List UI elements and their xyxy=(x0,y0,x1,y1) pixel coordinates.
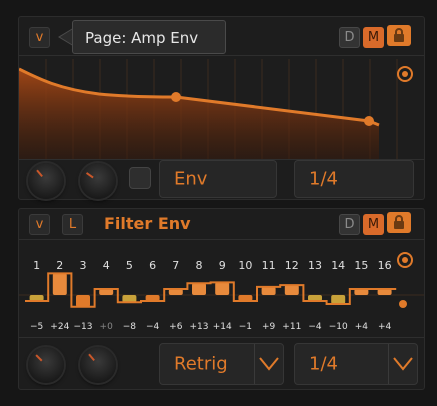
step-number: 13 xyxy=(308,259,322,272)
step-number: 4 xyxy=(103,259,110,272)
step-number: 9 xyxy=(219,259,226,272)
step-bar[interactable] xyxy=(76,295,90,307)
header-divider xyxy=(19,55,424,56)
step-number: 7 xyxy=(172,259,179,272)
amp-checkbox[interactable] xyxy=(129,167,151,189)
envelope-node[interactable] xyxy=(364,116,374,126)
step-number: 2 xyxy=(56,259,63,272)
filter-header-divider xyxy=(19,239,424,240)
step-number: 1 xyxy=(33,259,40,272)
filter-rate-value: 1/4 xyxy=(309,353,338,375)
target-icon[interactable] xyxy=(397,66,413,82)
sequence-end-dot[interactable] xyxy=(399,300,407,308)
step-value: −1 xyxy=(239,322,252,332)
step-number: 12 xyxy=(285,259,299,272)
lock-icon xyxy=(394,215,404,229)
retrig-dropdown[interactable]: Retrig xyxy=(159,343,284,385)
step-number: 14 xyxy=(331,259,345,272)
step-bar[interactable] xyxy=(284,285,299,295)
page-tooltip: Page: Amp Env xyxy=(72,20,226,54)
lock-icon xyxy=(394,28,404,42)
step-number: 3 xyxy=(80,259,87,272)
retrig-dropdown-arrow[interactable] xyxy=(254,344,283,384)
envelope-node[interactable] xyxy=(171,92,181,102)
step-value: +9 xyxy=(262,322,276,332)
filter-knob-2[interactable] xyxy=(80,347,116,383)
step-number: 15 xyxy=(354,259,368,272)
step-value: +4 xyxy=(378,322,392,332)
filter-step-sequencer[interactable]: . 1 −5 2 +24 3 −13 4 +0 5 −8 6 −4 7 +6 8 +13 9 +14 10 −1 11 +… xyxy=(19,253,424,333)
step-value: −5 xyxy=(30,322,43,332)
filter-target-icon[interactable] xyxy=(397,252,413,268)
tooltip-text: Page: Amp Env xyxy=(85,29,199,47)
step-number: 5 xyxy=(126,259,133,272)
filter-footer-divider xyxy=(19,337,424,338)
step-bar[interactable] xyxy=(52,273,67,295)
m-label: M xyxy=(367,30,380,45)
step-value: −13 xyxy=(74,322,93,332)
chevron-down-icon xyxy=(259,357,279,371)
filter-d-label: D xyxy=(344,217,355,232)
page-select-button[interactable]: v xyxy=(29,27,50,48)
l-label: L xyxy=(68,217,77,232)
step-value: −4 xyxy=(308,322,322,332)
filter-d-button[interactable]: D xyxy=(339,214,360,235)
amp-rate-value: 1/4 xyxy=(309,168,338,190)
page-select-label: v xyxy=(35,30,44,45)
step-value: +11 xyxy=(282,322,301,332)
step-bar[interactable] xyxy=(192,283,206,295)
step-number: 6 xyxy=(149,259,156,272)
filter-page-select-button[interactable]: v xyxy=(29,214,50,235)
step-bar[interactable] xyxy=(261,286,276,295)
amp-knob-1[interactable] xyxy=(28,163,64,199)
step-value: +0 xyxy=(100,322,114,332)
chevron-down-icon xyxy=(393,357,413,371)
step-number: 8 xyxy=(196,259,203,272)
step-value: +24 xyxy=(50,322,69,332)
step-number: 10 xyxy=(238,259,252,272)
step-value: +13 xyxy=(190,322,209,332)
svg-text:.: . xyxy=(19,253,20,254)
step-value: +14 xyxy=(213,322,232,332)
m-button[interactable]: M xyxy=(363,27,384,48)
step-value: −4 xyxy=(146,322,160,332)
step-number: 16 xyxy=(378,259,392,272)
step-bar[interactable] xyxy=(122,295,137,303)
filter-env-title: Filter Env xyxy=(104,214,191,233)
step-value: −10 xyxy=(329,322,348,332)
l-button[interactable]: L xyxy=(62,214,83,235)
filter-m-button[interactable]: M xyxy=(363,214,384,235)
filter-lock-button[interactable] xyxy=(387,212,411,233)
amp-rate-field[interactable]: 1/4 xyxy=(294,160,414,198)
step-bar[interactable] xyxy=(331,295,346,304)
rate-dropdown-arrow[interactable] xyxy=(388,344,417,384)
amp-envelope-graph[interactable] xyxy=(19,59,424,159)
step-value: +4 xyxy=(355,322,369,332)
filter-env-panel: v L Filter Env D M . 1 −5 2 +24 3 −13 4 +0 5 −8 6 −… xyxy=(18,208,425,390)
lock-button[interactable] xyxy=(387,25,411,46)
filter-m-label: M xyxy=(367,217,380,232)
step-value: +6 xyxy=(169,322,183,332)
amp-knob-2[interactable] xyxy=(80,163,116,199)
d-label: D xyxy=(344,30,355,45)
retrig-value: Retrig xyxy=(174,353,228,375)
step-bar[interactable] xyxy=(215,282,230,295)
filter-rate-dropdown[interactable]: 1/4 xyxy=(294,343,418,385)
env-field-value: Env xyxy=(174,168,208,190)
filter-knob-1[interactable] xyxy=(28,347,64,383)
env-field[interactable]: Env xyxy=(159,160,277,198)
filter-page-select-label: v xyxy=(35,217,44,232)
step-number: 11 xyxy=(262,259,276,272)
d-button[interactable]: D xyxy=(339,27,360,48)
step-value: −8 xyxy=(123,322,137,332)
